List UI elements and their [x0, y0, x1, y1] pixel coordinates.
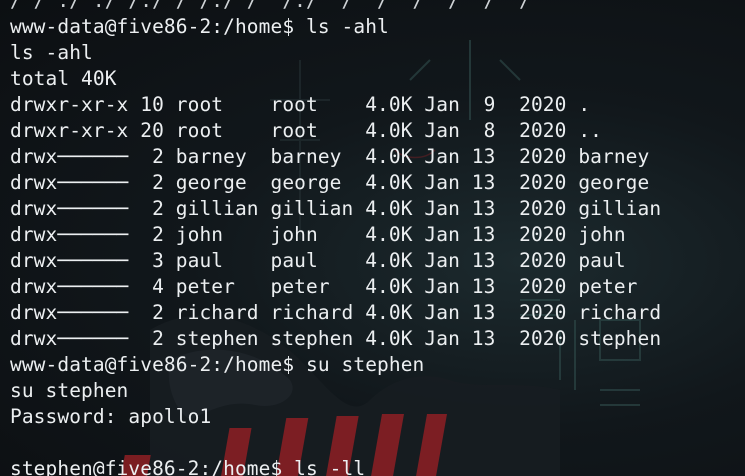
terminal-line-dir-barney: drwx────── 2 barney barney 4.0K Jan 13 2… — [10, 145, 650, 168]
terminal-line-total: total 40K — [10, 67, 117, 90]
terminal-line-dir-stephen: drwx────── 2 stephen stephen 4.0K Jan 13… — [10, 327, 662, 350]
terminal-line-command-su: www-data@five86-2:/home$ su stephen — [10, 353, 425, 376]
terminal-line-command-ls: www-data@five86-2:/home$ ls -ahl — [10, 15, 389, 38]
terminal-line-dir-john: drwx────── 2 john john 4.0K Jan 13 2020 … — [10, 223, 626, 246]
terminal-line-prompt-stephen[interactable]: stephen@five86-2:/home$ ls -ll — [10, 456, 740, 476]
terminal-line-dir-george: drwx────── 2 george george 4.0K Jan 13 2… — [10, 171, 650, 194]
terminal-line-dir-richard: drwx────── 2 richard richard 4.0K Jan 13… — [10, 301, 662, 324]
terminal-line-echo-su: su stephen — [10, 379, 129, 402]
terminal-output: / / ./ ./ /./ / /./ / /./ / / / / / / ww… — [10, 0, 740, 476]
terminal-line-dir-peter: drwx────── 4 peter peter 4.0K Jan 13 202… — [10, 275, 638, 298]
terminal-line-dir-current: drwxr-xr-x 10 root root 4.0K Jan 9 2020 … — [10, 93, 591, 116]
terminal-line-dir-paul: drwx────── 3 paul paul 4.0K Jan 13 2020 … — [10, 249, 626, 272]
terminal-line-echo: ls -ahl — [10, 41, 93, 64]
terminal-line-dir-parent: drwxr-xr-x 20 root root 4.0K Jan 8 2020 … — [10, 119, 602, 142]
terminal-line-password: Password: apollo1 — [10, 405, 212, 428]
terminal-line-dir-gillian: drwx────── 2 gillian gillian 4.0K Jan 13… — [10, 197, 662, 220]
terminal-line-partial: / / ./ ./ /./ / /./ / /./ / / / / / / — [10, 0, 531, 12]
terminal-window[interactable]: / / ./ ./ /./ / /./ / /./ / / / / / / ww… — [0, 0, 745, 476]
